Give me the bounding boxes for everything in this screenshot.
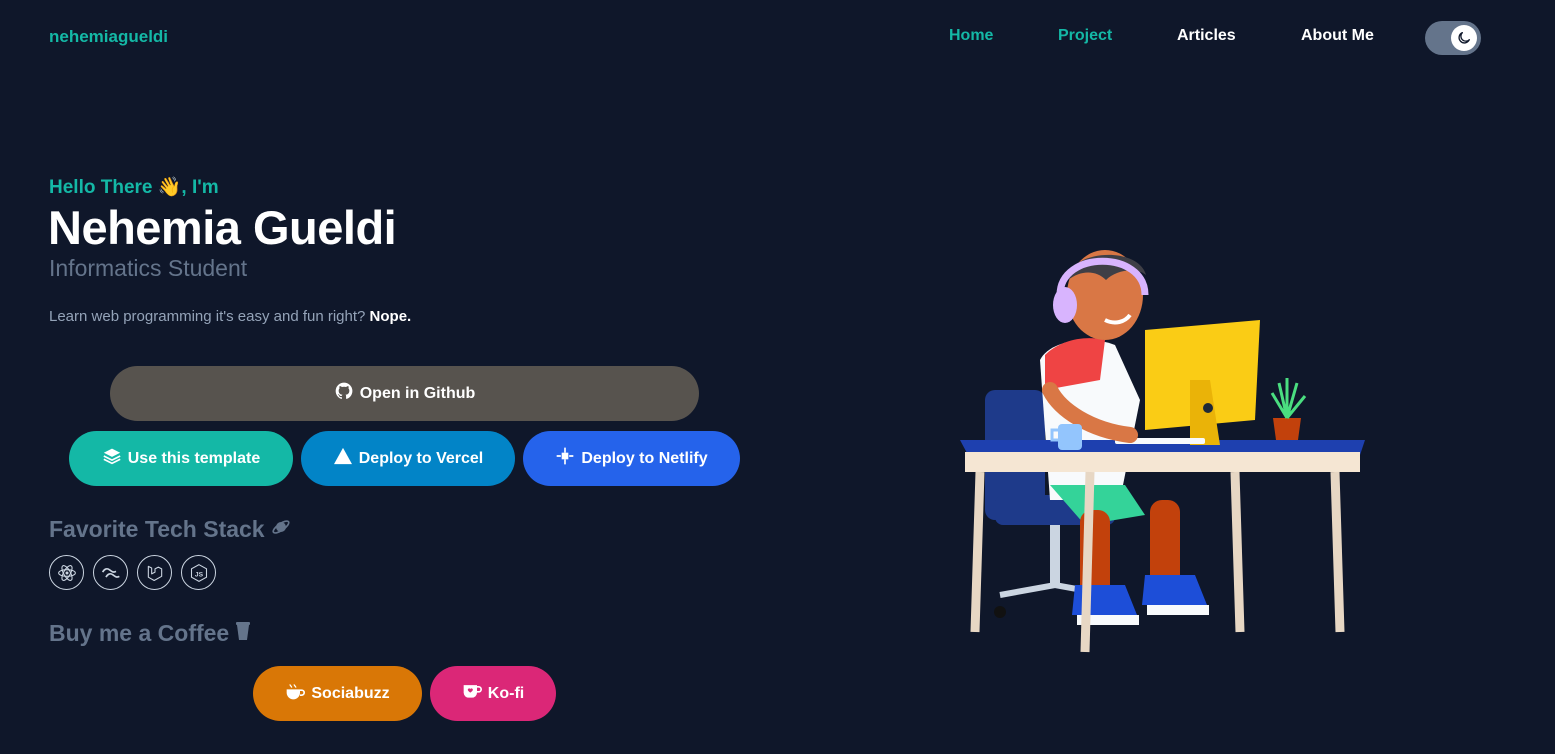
- use-template-button[interactable]: Use this template: [69, 431, 293, 486]
- deploy-vercel-label: Deploy to Vercel: [358, 449, 484, 467]
- planet-icon: [271, 516, 291, 543]
- react-icon[interactable]: [49, 555, 84, 590]
- open-github-button[interactable]: Open in Github: [110, 366, 699, 421]
- nodejs-icon[interactable]: JS: [181, 555, 216, 590]
- tech-stack-title: Favorite Tech Stack: [49, 516, 265, 542]
- greeting: Hello There 👋, I'm: [49, 177, 219, 198]
- coffee-cup-icon: [235, 620, 251, 647]
- nav-about-me[interactable]: About Me: [1301, 27, 1374, 45]
- deploy-netlify-label: Deploy to Netlify: [581, 449, 708, 467]
- brand-logo[interactable]: nehemiagueldi: [49, 27, 168, 47]
- open-github-label: Open in Github: [359, 384, 476, 402]
- tagline-text: Learn web programming it's easy and fun …: [49, 308, 370, 325]
- svg-text:JS: JS: [194, 571, 203, 578]
- nav-project[interactable]: Project: [1058, 27, 1112, 45]
- sociabuzz-button[interactable]: Sociabuzz: [253, 666, 422, 721]
- nav-home[interactable]: Home: [949, 27, 993, 45]
- theme-toggle[interactable]: [1425, 21, 1481, 55]
- github-icon: [334, 381, 354, 406]
- stack-icon: [102, 447, 122, 470]
- page-title: Nehemia Gueldi: [48, 201, 397, 254]
- deploy-vercel-button[interactable]: Deploy to Vercel: [301, 431, 515, 486]
- use-template-label: Use this template: [127, 449, 261, 467]
- deploy-netlify-button[interactable]: Deploy to Netlify: [523, 431, 740, 486]
- tagline-bold: Nope.: [369, 308, 412, 325]
- laravel-icon[interactable]: [137, 555, 172, 590]
- coffee-heading: Buy me a Coffee: [49, 620, 251, 647]
- developer-illustration: [940, 240, 1380, 660]
- nav-articles[interactable]: Articles: [1177, 27, 1236, 45]
- tagline: Learn web programming it's easy and fun …: [49, 308, 411, 325]
- kofi-cup-icon: [462, 682, 482, 705]
- coffee-title: Buy me a Coffee: [49, 620, 230, 646]
- tailwind-icon[interactable]: [93, 555, 128, 590]
- tech-stack-heading: Favorite Tech Stack: [49, 516, 291, 543]
- netlify-icon: [555, 446, 575, 471]
- sociabuzz-label: Sociabuzz: [311, 684, 390, 702]
- kofi-label: Ko-fi: [487, 684, 525, 702]
- vercel-triangle-icon: [333, 447, 353, 470]
- kofi-button[interactable]: Ko-fi: [430, 666, 556, 721]
- subtitle-role: Informatics Student: [49, 255, 248, 281]
- moon-icon: [1451, 25, 1477, 51]
- coffee-icon: [285, 682, 306, 705]
